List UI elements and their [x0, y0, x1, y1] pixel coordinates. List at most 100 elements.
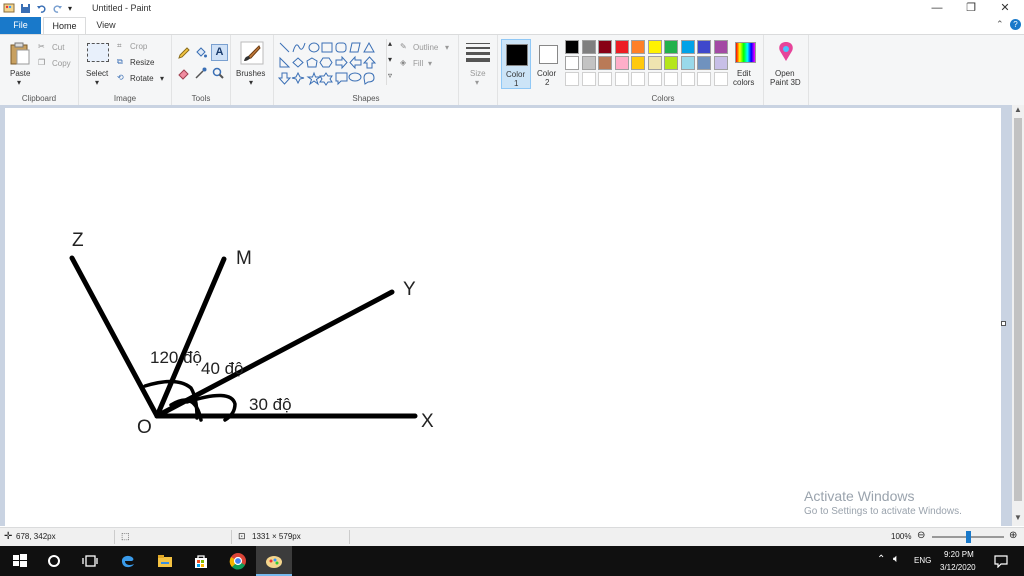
task-view-icon[interactable] [80, 551, 100, 571]
search-icon[interactable] [44, 551, 64, 571]
volume-icon[interactable]: 🔈︎ [893, 553, 900, 566]
palette-swatch[interactable] [614, 40, 629, 54]
tray-expand-icon[interactable]: ⌃ [877, 554, 885, 565]
palette-swatch[interactable] [631, 40, 645, 54]
pencil-icon[interactable] [177, 46, 191, 60]
palette-swatch[interactable] [697, 40, 711, 54]
windows-start-icon[interactable] [10, 551, 30, 571]
custom-color-swatch[interactable] [581, 72, 596, 86]
rectangle-shape-icon[interactable] [321, 42, 333, 53]
vertical-scrollbar[interactable]: ▲ ▼ [1012, 105, 1024, 526]
palette-swatch[interactable] [713, 40, 728, 54]
palette-swatch[interactable] [581, 40, 596, 54]
crop-button[interactable]: ⌗ Crop [117, 41, 167, 53]
minimize-button[interactable]: — [920, 0, 954, 17]
rounded-callout-shape-icon[interactable] [335, 72, 348, 86]
help-icon[interactable]: ? [1010, 19, 1021, 30]
hexagon-shape-icon[interactable] [319, 57, 333, 68]
zoom-slider[interactable] [932, 531, 1004, 543]
color2-button[interactable]: Color 2 [534, 39, 562, 89]
brushes-button[interactable]: Brushes ▾ [234, 39, 270, 89]
notifications-icon[interactable] [994, 554, 1008, 568]
file-explorer-icon[interactable] [155, 551, 175, 571]
undo-icon[interactable] [36, 3, 47, 14]
chrome-icon[interactable] [228, 551, 248, 571]
palette-swatch[interactable] [598, 40, 612, 54]
color1-button[interactable]: Color 1 [501, 39, 531, 89]
curve-shape-icon[interactable] [292, 42, 306, 53]
custom-color-swatch[interactable] [614, 72, 629, 86]
resize-button[interactable]: ⧉ Resize [117, 57, 167, 69]
clock-date[interactable]: 3/12/2020 [940, 563, 976, 572]
palette-swatch[interactable] [664, 56, 678, 70]
oval-shape-icon[interactable] [308, 42, 320, 53]
zoom-slider-thumb[interactable] [966, 531, 971, 543]
custom-color-swatch[interactable] [697, 72, 711, 86]
cut-button[interactable]: ✂ Cut [38, 42, 74, 54]
tab-view[interactable]: View [88, 17, 124, 34]
right-triangle-shape-icon[interactable] [279, 56, 291, 68]
canvas-resize-handle-right[interactable] [1001, 321, 1006, 326]
palette-swatch[interactable] [697, 56, 711, 70]
pentagon-shape-icon[interactable] [306, 57, 318, 68]
triangle-shape-icon[interactable] [363, 41, 375, 53]
save-icon[interactable] [20, 3, 31, 14]
text-tool-icon[interactable]: A [211, 44, 228, 61]
select-button[interactable]: Select ▾ [83, 41, 113, 87]
custom-color-swatch[interactable] [713, 72, 728, 86]
up-arrow-shape-icon[interactable] [362, 56, 377, 69]
scroll-up-icon[interactable]: ▲ [1014, 105, 1022, 114]
input-language[interactable]: ENG [914, 556, 931, 565]
oval-callout-shape-icon[interactable] [348, 72, 362, 82]
scroll-down-icon[interactable]: ▼ [1014, 513, 1022, 522]
diamond-shape-icon[interactable] [292, 57, 304, 68]
shapes-gallery-scroll[interactable]: ▴ ▾ ▿ [386, 39, 395, 85]
rotate-button[interactable]: ⟲ Rotate ▾ [117, 73, 169, 85]
shapes-gallery[interactable] [278, 41, 390, 87]
edge-browser-icon[interactable] [118, 551, 138, 571]
edit-colors-button[interactable]: Edit colors [731, 39, 759, 89]
four-point-star-shape-icon[interactable] [291, 71, 305, 85]
eraser-icon[interactable] [177, 66, 191, 80]
six-point-star-shape-icon[interactable] [319, 72, 333, 86]
polygon-shape-icon[interactable] [349, 42, 361, 53]
rounded-rectangle-shape-icon[interactable] [335, 42, 347, 53]
clock-time[interactable]: 9:20 PM [944, 550, 974, 559]
scroll-thumb[interactable] [1014, 118, 1022, 501]
restore-button[interactable]: ❐ [954, 0, 988, 17]
copy-button[interactable]: ❐ Copy [38, 58, 74, 70]
palette-swatch[interactable] [713, 56, 728, 70]
close-button[interactable]: ✕ [988, 0, 1022, 17]
cloud-callout-shape-icon[interactable] [363, 72, 375, 85]
palette-swatch[interactable] [565, 40, 579, 54]
custom-color-swatch[interactable] [598, 72, 612, 86]
palette-swatch[interactable] [631, 56, 645, 70]
redo-icon[interactable] [52, 3, 63, 14]
paste-button[interactable]: Paste ▾ [6, 40, 34, 88]
palette-swatch[interactable] [565, 56, 579, 70]
down-arrow-shape-icon[interactable] [278, 72, 292, 85]
zoom-in-icon[interactable]: ⊕ [1009, 530, 1017, 541]
paint-taskbar-button[interactable] [256, 546, 292, 576]
left-arrow-shape-icon[interactable] [349, 55, 362, 70]
palette-swatch[interactable] [680, 56, 695, 70]
custom-color-swatch[interactable] [680, 72, 695, 86]
store-icon[interactable] [191, 551, 211, 571]
palette-swatch[interactable] [647, 40, 662, 54]
palette-swatch[interactable] [581, 56, 596, 70]
collapse-ribbon-icon[interactable]: ⌃ [996, 19, 1004, 30]
palette-swatch[interactable] [614, 56, 629, 70]
fill-button[interactable]: ◈ Fill ▾ [400, 58, 456, 70]
palette-swatch[interactable] [647, 56, 662, 70]
custom-color-swatch[interactable] [647, 72, 662, 86]
open-paint3d-button[interactable]: Open Paint 3D [766, 39, 806, 89]
magnifier-icon[interactable] [211, 66, 225, 80]
outline-button[interactable]: ✎ Outline ▾ [400, 42, 456, 54]
palette-swatch[interactable] [680, 40, 695, 54]
drawing-canvas[interactable]: Z M Y X O 120 độ 40 độ 30 độ [5, 108, 1001, 526]
custom-color-swatch[interactable] [664, 72, 678, 86]
color-picker-icon[interactable] [194, 66, 208, 80]
fill-bucket-icon[interactable] [194, 46, 208, 60]
custom-color-swatch[interactable] [631, 72, 645, 86]
custom-color-swatch[interactable] [565, 72, 579, 86]
